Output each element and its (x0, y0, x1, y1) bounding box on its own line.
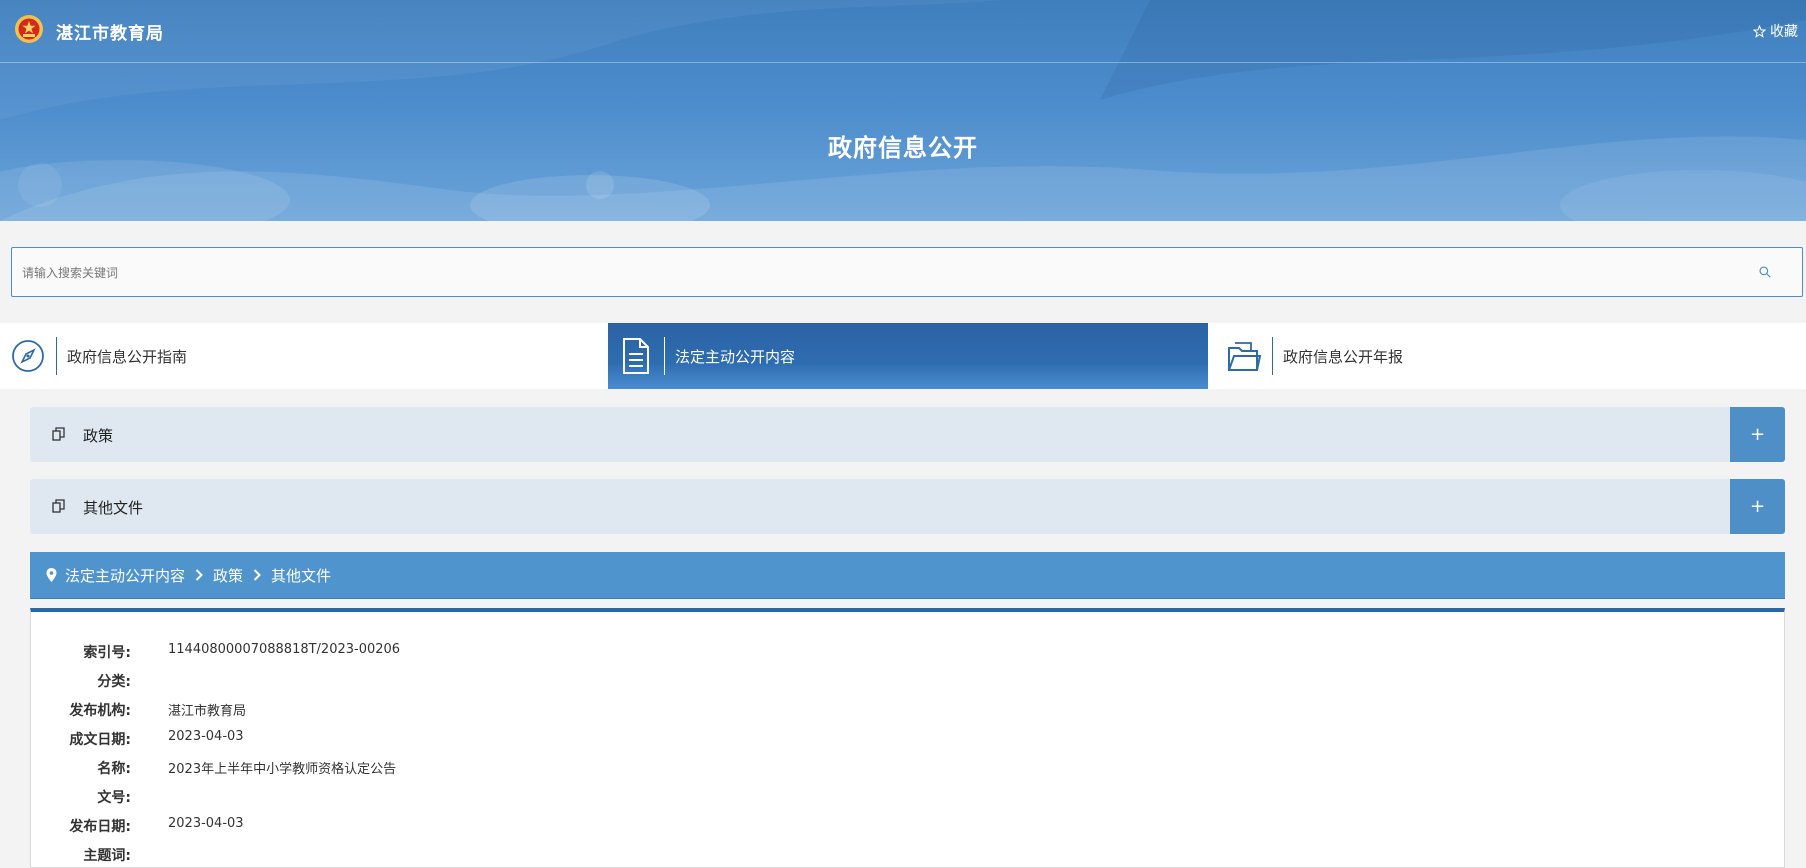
accordion-other-files[interactable]: 其他文件 + (30, 479, 1785, 534)
national-emblem-icon (15, 15, 43, 43)
nav-item-annual-report[interactable]: 政府信息公开年报 (1216, 323, 1806, 389)
metadata-row-doc-number: 文号: (31, 787, 1731, 807)
favorite-label: 收藏 (1770, 24, 1798, 40)
nav-label: 政府信息公开年报 (1283, 347, 1404, 366)
site-title: 湛江市教育局 (56, 24, 164, 44)
header-banner: 湛江市教育局 收藏 政府信息公开 (0, 0, 1806, 221)
location-pin-icon (46, 568, 57, 582)
field-label: 文号: (97, 790, 131, 806)
metadata-row-keywords: 主题词: (31, 845, 1731, 865)
chevron-right-icon (253, 569, 261, 581)
field-label: 分类: (97, 674, 131, 690)
field-value: 2023-04-03 (168, 816, 244, 831)
breadcrumb-item-policy[interactable]: 政策 (213, 565, 243, 586)
star-icon (1753, 24, 1766, 38)
metadata-row-category: 分类: (31, 671, 1731, 691)
field-value: 2023年上半年中小学教师资格认定公告 (168, 762, 397, 777)
accordion-label: 其他文件 (83, 499, 144, 517)
metadata-row-publish-date: 发布日期: 2023-04-03 (31, 816, 1731, 836)
breadcrumb: 法定主动公开内容 政策 其他文件 (30, 552, 1785, 599)
document-metadata-panel: 索引号: 11440800007088818T/2023-00206 分类: 发… (30, 608, 1785, 868)
breadcrumb-item-other-files[interactable]: 其他文件 (271, 565, 331, 586)
nav-item-guide[interactable]: 政府信息公开指南 (0, 323, 600, 389)
document-icon (623, 338, 649, 374)
field-label: 发布日期: (69, 819, 131, 835)
favorite-button[interactable]: 收藏 (1753, 21, 1798, 41)
nav-label: 法定主动公开内容 (675, 347, 796, 366)
breadcrumb-item-statutory-content[interactable]: 法定主动公开内容 (65, 565, 185, 586)
nav-item-statutory-content[interactable]: 法定主动公开内容 (608, 323, 1208, 389)
field-label: 主题词: (83, 848, 131, 864)
field-label: 索引号: (83, 645, 131, 661)
field-value: 湛江市教育局 (168, 704, 247, 719)
search-input[interactable] (20, 248, 1724, 298)
info-nav: 政府信息公开指南 法定主动公开内容 政府信息公开年报 (0, 323, 1806, 389)
search-box (11, 247, 1803, 298)
compass-icon (12, 340, 44, 372)
metadata-row-written-date: 成文日期: 2023-04-03 (31, 729, 1731, 749)
field-label: 名称: (97, 761, 131, 777)
page-title: 政府信息公开 (828, 134, 978, 162)
field-value: 11440800007088818T/2023-00206 (168, 642, 401, 657)
metadata-row-title: 名称: 2023年上半年中小学教师资格认定公告 (31, 758, 1731, 778)
chevron-right-icon (195, 569, 203, 581)
expand-button[interactable]: + (1730, 479, 1785, 534)
metadata-row-publisher: 发布机构: 湛江市教育局 (31, 700, 1731, 720)
field-label: 成文日期: (69, 732, 131, 748)
field-value: 2023-04-03 (168, 729, 244, 744)
expand-button[interactable]: + (1730, 407, 1785, 462)
accordion-policy[interactable]: 政策 + (30, 407, 1785, 462)
metadata-row-index: 索引号: 11440800007088818T/2023-00206 (31, 642, 1731, 662)
top-bar: 湛江市教育局 收藏 (0, 0, 1806, 63)
search-icon[interactable] (1758, 265, 1772, 279)
field-label: 发布机构: (69, 703, 131, 719)
copy-icon (52, 499, 65, 513)
folder-icon (1228, 342, 1262, 371)
copy-icon (52, 427, 65, 441)
accordion-label: 政策 (83, 427, 114, 445)
nav-label: 政府信息公开指南 (67, 347, 188, 366)
